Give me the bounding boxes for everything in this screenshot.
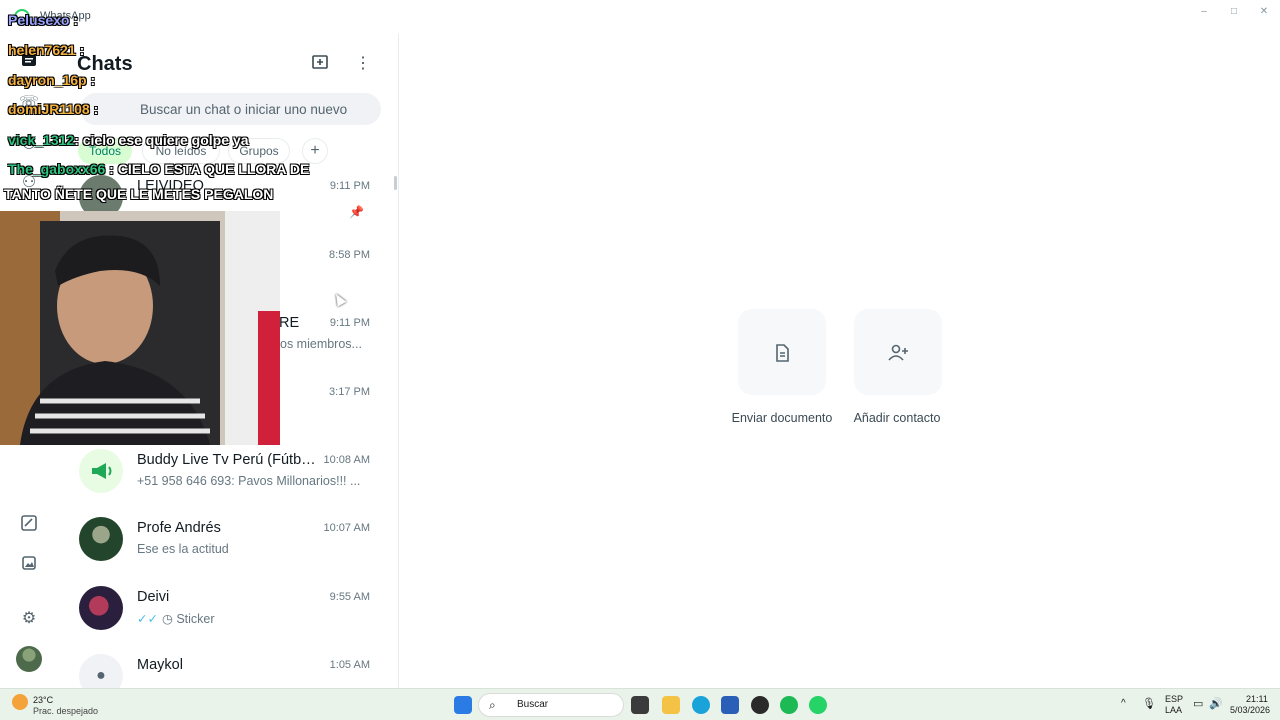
settings-icon[interactable]: ⚙ (18, 608, 40, 630)
search-icon: ⌕ (489, 698, 496, 712)
add-contact-label: Añadir contacto (853, 411, 941, 425)
stream-chat-line: domiJR1108 : (8, 101, 99, 117)
pin-icon: 📌 (349, 205, 364, 219)
clock-time[interactable]: 21:11 (1246, 694, 1268, 704)
store-icon[interactable] (721, 696, 739, 714)
read-ticks-icon: ✓✓ (137, 612, 158, 626)
chat-time: 10:07 AM (323, 522, 370, 534)
chat-name: Deivi (137, 589, 170, 605)
volume-icon[interactable]: 🔊 (1209, 697, 1223, 710)
stream-chat-line: The_gaboxx66 : CIELO ESTA QUE LLORA DE (8, 161, 310, 177)
minimize-button[interactable]: – (1187, 4, 1221, 20)
clock-date[interactable]: 5/03/2026 (1230, 705, 1270, 715)
taskbar-search[interactable]: ⌕ Buscar (478, 693, 624, 717)
chat-time: 9:11 PM (329, 317, 370, 329)
edge-icon[interactable] (692, 696, 710, 714)
stream-chat-line: helen7621 : (8, 42, 85, 58)
chat-name: RE (279, 315, 300, 331)
chat-preview: ✓✓ ◷ Sticker (137, 612, 215, 626)
spotify-icon[interactable] (780, 696, 798, 714)
sticker-icon: ◷ (161, 612, 177, 626)
stream-chat-line: vick_1312: cielo ese quiere golpe ya (8, 132, 249, 148)
chat-name: Buddy Live Tv Perú (Fútbol... (137, 452, 322, 468)
avatar (79, 586, 123, 630)
scrollbar[interactable] (394, 176, 397, 190)
new-chat-icon[interactable] (309, 53, 331, 75)
search-placeholder: Buscar un chat o iniciar uno nuevo (140, 102, 348, 117)
search-input[interactable]: Buscar un chat o iniciar uno nuevo (80, 93, 381, 125)
send-document-button[interactable] (738, 309, 826, 395)
whatsapp-taskbar-icon[interactable] (809, 696, 827, 714)
chat-time: 9:11 PM (329, 180, 370, 192)
chat-name: Profe Andrés (137, 520, 221, 536)
menu-icon[interactable]: ⋮ (352, 53, 374, 75)
avatar (79, 517, 123, 561)
chat-row[interactable]: Deivi 9:55 AM ✓✓ ◷ Sticker (58, 574, 388, 642)
tray-chevron-icon[interactable]: ^ (1121, 698, 1126, 709)
taskbar-search-label: Buscar (517, 699, 549, 710)
chat-time: 8:58 PM (329, 249, 370, 261)
chat-preview: Ese es la actitud (137, 542, 229, 556)
chat-time: 3:17 PM (329, 386, 370, 398)
main-pane: Enviar documento Añadir contacto (400, 34, 1280, 688)
stream-chat-line: Pelusexo : (8, 12, 79, 28)
chat-preview: +51 958 646 693: Pavos Millonarios!!! ..… (137, 474, 361, 488)
start-icon[interactable] (454, 696, 472, 714)
file-explorer-icon[interactable] (662, 696, 680, 714)
chat-name: Maykol (137, 657, 183, 673)
weather-temp: 23°C (33, 695, 54, 705)
whatsapp-window: WhatsApp – □ ✕ ☏ ◎ ⚇ ⚙ Chats ⋮ Buscar un… (0, 0, 1280, 698)
weather-icon[interactable] (12, 694, 28, 710)
stream-chat-line: TANTO ÑETE QUE LE METES PEGALON (4, 186, 274, 202)
add-contact-button[interactable] (854, 309, 942, 395)
network-icon[interactable]: ▭ (1193, 697, 1203, 710)
lang-bottom[interactable]: LAA (1165, 705, 1182, 715)
maximize-button[interactable]: □ (1217, 4, 1251, 20)
mic-icon[interactable]: 🎙 (1142, 697, 1156, 710)
chat-preview: os miembros... (280, 337, 362, 351)
obs-icon[interactable] (751, 696, 769, 714)
title-bar: WhatsApp – □ ✕ (0, 0, 1280, 34)
task-view-icon[interactable] (631, 696, 649, 714)
lang-top[interactable]: ESP (1165, 694, 1183, 704)
megaphone-icon (79, 449, 123, 493)
profile-avatar[interactable] (16, 646, 42, 672)
stream-chat-line: dayron_16p : (8, 72, 96, 88)
close-button[interactable]: ✕ (1247, 4, 1280, 20)
starred-icon[interactable] (18, 514, 40, 536)
chat-time: 9:55 AM (329, 591, 370, 603)
chat-time: 10:08 AM (323, 454, 370, 466)
chat-time: 1:05 AM (329, 659, 370, 671)
weather-desc: Prac. despejado (33, 706, 99, 716)
taskbar: 23°C Prac. despejado ⌕ Buscar ^ 🎙 ESP LA… (0, 688, 1280, 720)
media-icon[interactable] (18, 554, 40, 576)
chat-row[interactable]: Buddy Live Tv Perú (Fútbol... 10:08 AM +… (58, 437, 388, 505)
webcam-overlay (0, 211, 280, 445)
chat-row[interactable]: Profe Andrés 10:07 AM Ese es la actitud (58, 505, 388, 573)
